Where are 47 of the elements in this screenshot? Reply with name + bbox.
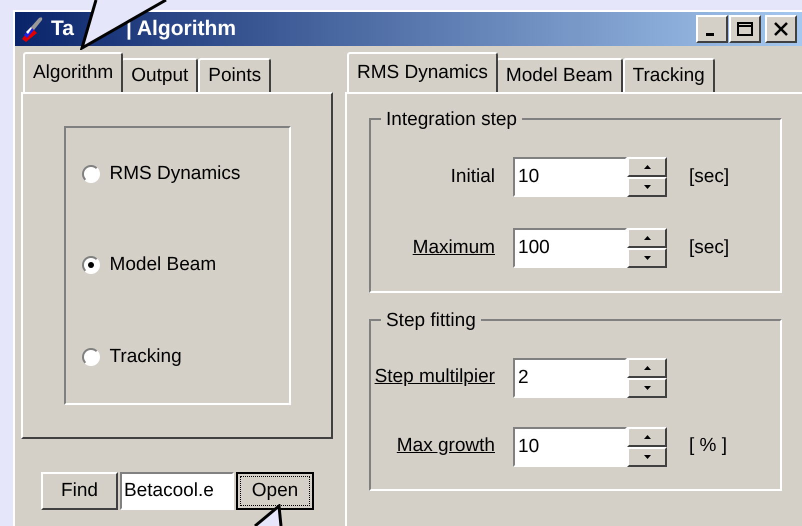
field-label: Max growth	[396, 434, 496, 458]
down-arrow-icon	[644, 185, 650, 190]
find-button[interactable]: Find	[41, 472, 118, 510]
spinner[interactable]	[627, 228, 667, 268]
spinner[interactable]	[627, 157, 667, 198]
radio-button[interactable]	[82, 348, 100, 366]
field-label: Maximum	[412, 236, 496, 260]
up-arrow-icon	[644, 236, 650, 240]
up-arrow-icon	[644, 434, 650, 438]
minimize-button[interactable]	[696, 15, 728, 43]
tab[interactable]: Points	[198, 58, 272, 92]
file-field[interactable]: Betacool.e	[120, 472, 234, 510]
unit-label: [ % ]	[689, 434, 728, 458]
window-title: Ta	[51, 16, 74, 42]
close-icon	[773, 22, 789, 36]
close-button[interactable]	[765, 15, 797, 43]
unit-label: [sec]	[689, 165, 730, 189]
radio-label: RMS Dynamics	[110, 162, 240, 186]
radio-button[interactable]	[82, 164, 100, 183]
maximize-icon	[737, 22, 753, 36]
spinner[interactable]	[627, 426, 667, 466]
up-arrow-icon	[644, 165, 650, 170]
field-label: Initial	[450, 165, 496, 189]
tab[interactable]: Algorithm	[23, 52, 124, 92]
number-field[interactable]: 100	[513, 228, 627, 268]
maximize-button[interactable]	[729, 15, 761, 43]
down-arrow-icon	[644, 256, 650, 260]
down-arrow-icon	[644, 386, 650, 390]
radio-label: Model Beam	[110, 253, 216, 278]
number-field[interactable]: 10	[513, 157, 627, 198]
spinner[interactable]	[627, 358, 667, 398]
rocket-icon	[19, 15, 45, 43]
tab[interactable]: Tracking	[622, 58, 715, 92]
tab[interactable]: Model Beam	[496, 58, 623, 92]
number-field[interactable]: 10	[513, 426, 627, 466]
callout-arrow	[254, 504, 284, 526]
up-arrow-icon	[644, 366, 650, 370]
unit-label: [sec]	[689, 236, 730, 260]
tab[interactable]: Output	[121, 58, 198, 92]
tab[interactable]: RMS Dynamics	[347, 52, 498, 92]
minimize-icon	[706, 32, 714, 36]
open-button[interactable]: Open	[236, 472, 314, 510]
radio-button[interactable]	[82, 256, 100, 274]
down-arrow-icon	[644, 454, 650, 458]
number-field[interactable]: 2	[513, 358, 627, 398]
field-label: Step multilpier	[374, 365, 496, 390]
radio-label: Tracking	[110, 344, 182, 369]
